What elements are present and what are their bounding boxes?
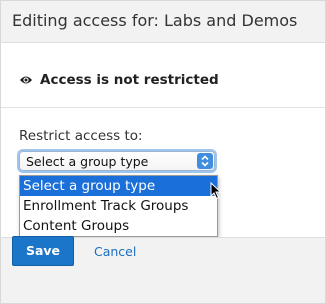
status-text: Access is not restricted	[40, 72, 219, 88]
mouse-cursor-icon	[210, 182, 222, 200]
restrict-label: Restrict access to:	[19, 128, 143, 144]
access-status: Access is not restricted	[19, 71, 219, 89]
eye-icon	[20, 76, 32, 84]
group-type-select[interactable]: Select a group type	[19, 151, 215, 171]
cancel-link[interactable]: Cancel	[94, 244, 136, 259]
dialog-title: Editing access for: Labs and Demos	[12, 11, 298, 30]
option-select-group-type[interactable]: Select a group type	[20, 176, 217, 196]
section-divider	[1, 107, 325, 108]
group-type-dropdown: Select a group type Enrollment Track Gro…	[19, 175, 218, 237]
dialog-header: Editing access for: Labs and Demos	[1, 1, 325, 43]
option-content-groups[interactable]: Content Groups	[20, 216, 217, 236]
select-arrows-icon[interactable]	[197, 153, 213, 169]
select-value: Select a group type	[26, 154, 149, 169]
option-enrollment-track-groups[interactable]: Enrollment Track Groups	[20, 196, 217, 216]
access-dialog: Editing access for: Labs and Demos Acces…	[0, 0, 326, 304]
save-button[interactable]: Save	[12, 236, 74, 266]
